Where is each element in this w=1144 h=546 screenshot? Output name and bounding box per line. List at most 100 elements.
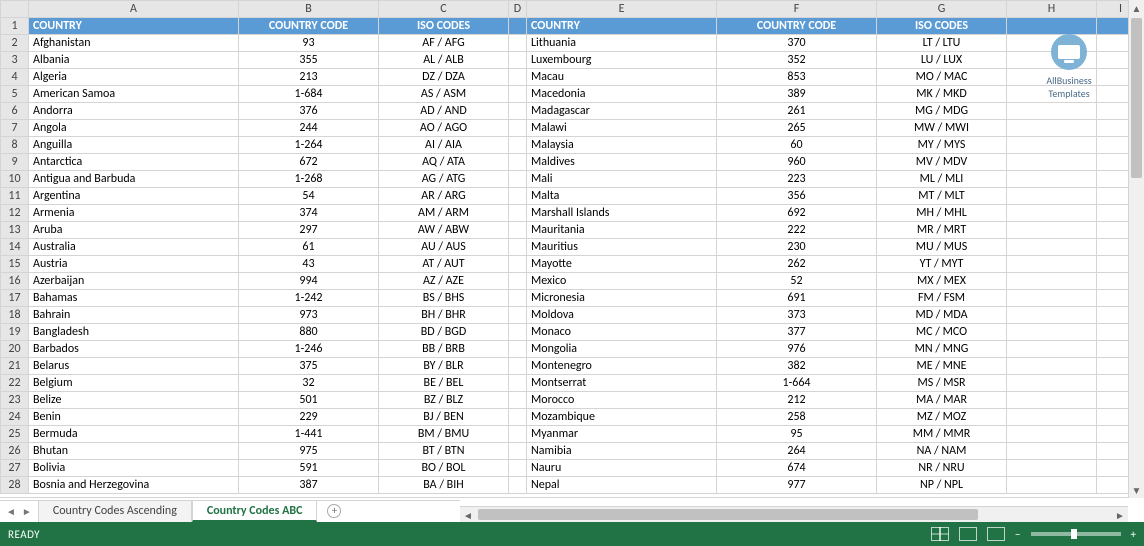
cell-H16[interactable] <box>1007 273 1097 290</box>
cell-G13[interactable]: MR / MRT <box>877 222 1007 239</box>
cell-E12[interactable]: Marshall Islands <box>527 205 717 222</box>
cell-C7[interactable]: AO / AGO <box>379 120 509 137</box>
cell-E7[interactable]: Malawi <box>527 120 717 137</box>
cell-E17[interactable]: Micronesia <box>527 290 717 307</box>
cell-A18[interactable]: Bahrain <box>29 307 239 324</box>
cell-E19[interactable]: Monaco <box>527 324 717 341</box>
cell-A9[interactable]: Antarctica <box>29 154 239 171</box>
cell-D3[interactable] <box>509 52 527 69</box>
cell-G23[interactable]: MA / MAR <box>877 392 1007 409</box>
cell-F19[interactable]: 377 <box>717 324 877 341</box>
row-header[interactable]: 19 <box>1 324 29 341</box>
row-header[interactable]: 16 <box>1 273 29 290</box>
cell-G4[interactable]: MO / MAC <box>877 69 1007 86</box>
cell-H21[interactable] <box>1007 358 1097 375</box>
cell-G12[interactable]: MH / MHL <box>877 205 1007 222</box>
cell-F10[interactable]: 223 <box>717 171 877 188</box>
cell-B8[interactable]: 1-264 <box>239 137 379 154</box>
cell-B12[interactable]: 374 <box>239 205 379 222</box>
cell-F15[interactable]: 262 <box>717 256 877 273</box>
cell-G25[interactable]: MM / MMR <box>877 426 1007 443</box>
row-header[interactable]: 23 <box>1 392 29 409</box>
cell-H4[interactable] <box>1007 69 1097 86</box>
cell-B16[interactable]: 994 <box>239 273 379 290</box>
zoom-slider-knob[interactable] <box>1071 529 1077 539</box>
cell-G10[interactable]: ML / MLI <box>877 171 1007 188</box>
vertical-scrollbar[interactable]: ▲ ▼ <box>1128 0 1144 498</box>
vertical-scroll-thumb[interactable] <box>1131 18 1142 178</box>
cell-A19[interactable]: Bangladesh <box>29 324 239 341</box>
cell-G18[interactable]: MD / MDA <box>877 307 1007 324</box>
cell-D11[interactable] <box>509 188 527 205</box>
cell-B20[interactable]: 1-246 <box>239 341 379 358</box>
cell-G17[interactable]: FM / FSM <box>877 290 1007 307</box>
cell-E2[interactable]: Lithuania <box>527 35 717 52</box>
cell-A15[interactable]: Austria <box>29 256 239 273</box>
zoom-slider[interactable] <box>1031 532 1121 536</box>
cell-E16[interactable]: Mexico <box>527 273 717 290</box>
cell-F20[interactable]: 976 <box>717 341 877 358</box>
cell-A22[interactable]: Belgium <box>29 375 239 392</box>
cell-F8[interactable]: 60 <box>717 137 877 154</box>
cell-B3[interactable]: 355 <box>239 52 379 69</box>
cell-G22[interactable]: MS / MSR <box>877 375 1007 392</box>
cell-D19[interactable] <box>509 324 527 341</box>
cell-A28[interactable]: Bosnia and Herzegovina <box>29 477 239 494</box>
cell-H9[interactable] <box>1007 154 1097 171</box>
cell-G6[interactable]: MG / MDG <box>877 103 1007 120</box>
cell-B27[interactable]: 591 <box>239 460 379 477</box>
cell-H28[interactable] <box>1007 477 1097 494</box>
cell-C25[interactable]: BM / BMU <box>379 426 509 443</box>
cell-F6[interactable]: 261 <box>717 103 877 120</box>
cell-B19[interactable]: 880 <box>239 324 379 341</box>
scroll-up-icon[interactable]: ▲ <box>1129 0 1144 16</box>
col-header-G[interactable]: G <box>877 1 1007 18</box>
row-header[interactable]: 20 <box>1 341 29 358</box>
cell-F7[interactable]: 265 <box>717 120 877 137</box>
cell-A14[interactable]: Australia <box>29 239 239 256</box>
row-header[interactable]: 25 <box>1 426 29 443</box>
cell-C26[interactable]: BT / BTN <box>379 443 509 460</box>
cell-A21[interactable]: Belarus <box>29 358 239 375</box>
cell-D22[interactable] <box>509 375 527 392</box>
page-break-view-button[interactable] <box>987 527 1005 541</box>
cell-B5[interactable]: 1-684 <box>239 86 379 103</box>
cell-G11[interactable]: MT / MLT <box>877 188 1007 205</box>
cell-C18[interactable]: BH / BHR <box>379 307 509 324</box>
cell-C16[interactable]: AZ / AZE <box>379 273 509 290</box>
cell-H27[interactable] <box>1007 460 1097 477</box>
cell-D21[interactable] <box>509 358 527 375</box>
cell-F22[interactable]: 1-664 <box>717 375 877 392</box>
cell-F17[interactable]: 691 <box>717 290 877 307</box>
row-header[interactable]: 28 <box>1 477 29 494</box>
cell-D23[interactable] <box>509 392 527 409</box>
cell-B25[interactable]: 1-441 <box>239 426 379 443</box>
col-header-H[interactable]: H <box>1007 1 1097 18</box>
cell-C27[interactable]: BO / BOL <box>379 460 509 477</box>
cell-C23[interactable]: BZ / BLZ <box>379 392 509 409</box>
cell-D28[interactable] <box>509 477 527 494</box>
cell-B17[interactable]: 1-242 <box>239 290 379 307</box>
cell-C24[interactable]: BJ / BEN <box>379 409 509 426</box>
cell-D12[interactable] <box>509 205 527 222</box>
row-header[interactable]: 26 <box>1 443 29 460</box>
row-header[interactable]: 18 <box>1 307 29 324</box>
cell-G21[interactable]: ME / MNE <box>877 358 1007 375</box>
col-header-E[interactable]: E <box>527 1 717 18</box>
cell-D9[interactable] <box>509 154 527 171</box>
cell-G24[interactable]: MZ / MOZ <box>877 409 1007 426</box>
cell-F24[interactable]: 258 <box>717 409 877 426</box>
scroll-right-icon[interactable]: ► <box>1112 507 1128 523</box>
cell-D2[interactable] <box>509 35 527 52</box>
cell-G7[interactable]: MW / MWI <box>877 120 1007 137</box>
cell-H19[interactable] <box>1007 324 1097 341</box>
row-header[interactable]: 5 <box>1 86 29 103</box>
cell-H6[interactable] <box>1007 103 1097 120</box>
cell-F21[interactable]: 382 <box>717 358 877 375</box>
cell-B18[interactable]: 973 <box>239 307 379 324</box>
cell-B7[interactable]: 244 <box>239 120 379 137</box>
cell-G8[interactable]: MY / MYS <box>877 137 1007 154</box>
cell-C11[interactable]: AR / ARG <box>379 188 509 205</box>
cell-E9[interactable]: Maldives <box>527 154 717 171</box>
cell-C5[interactable]: AS / ASM <box>379 86 509 103</box>
